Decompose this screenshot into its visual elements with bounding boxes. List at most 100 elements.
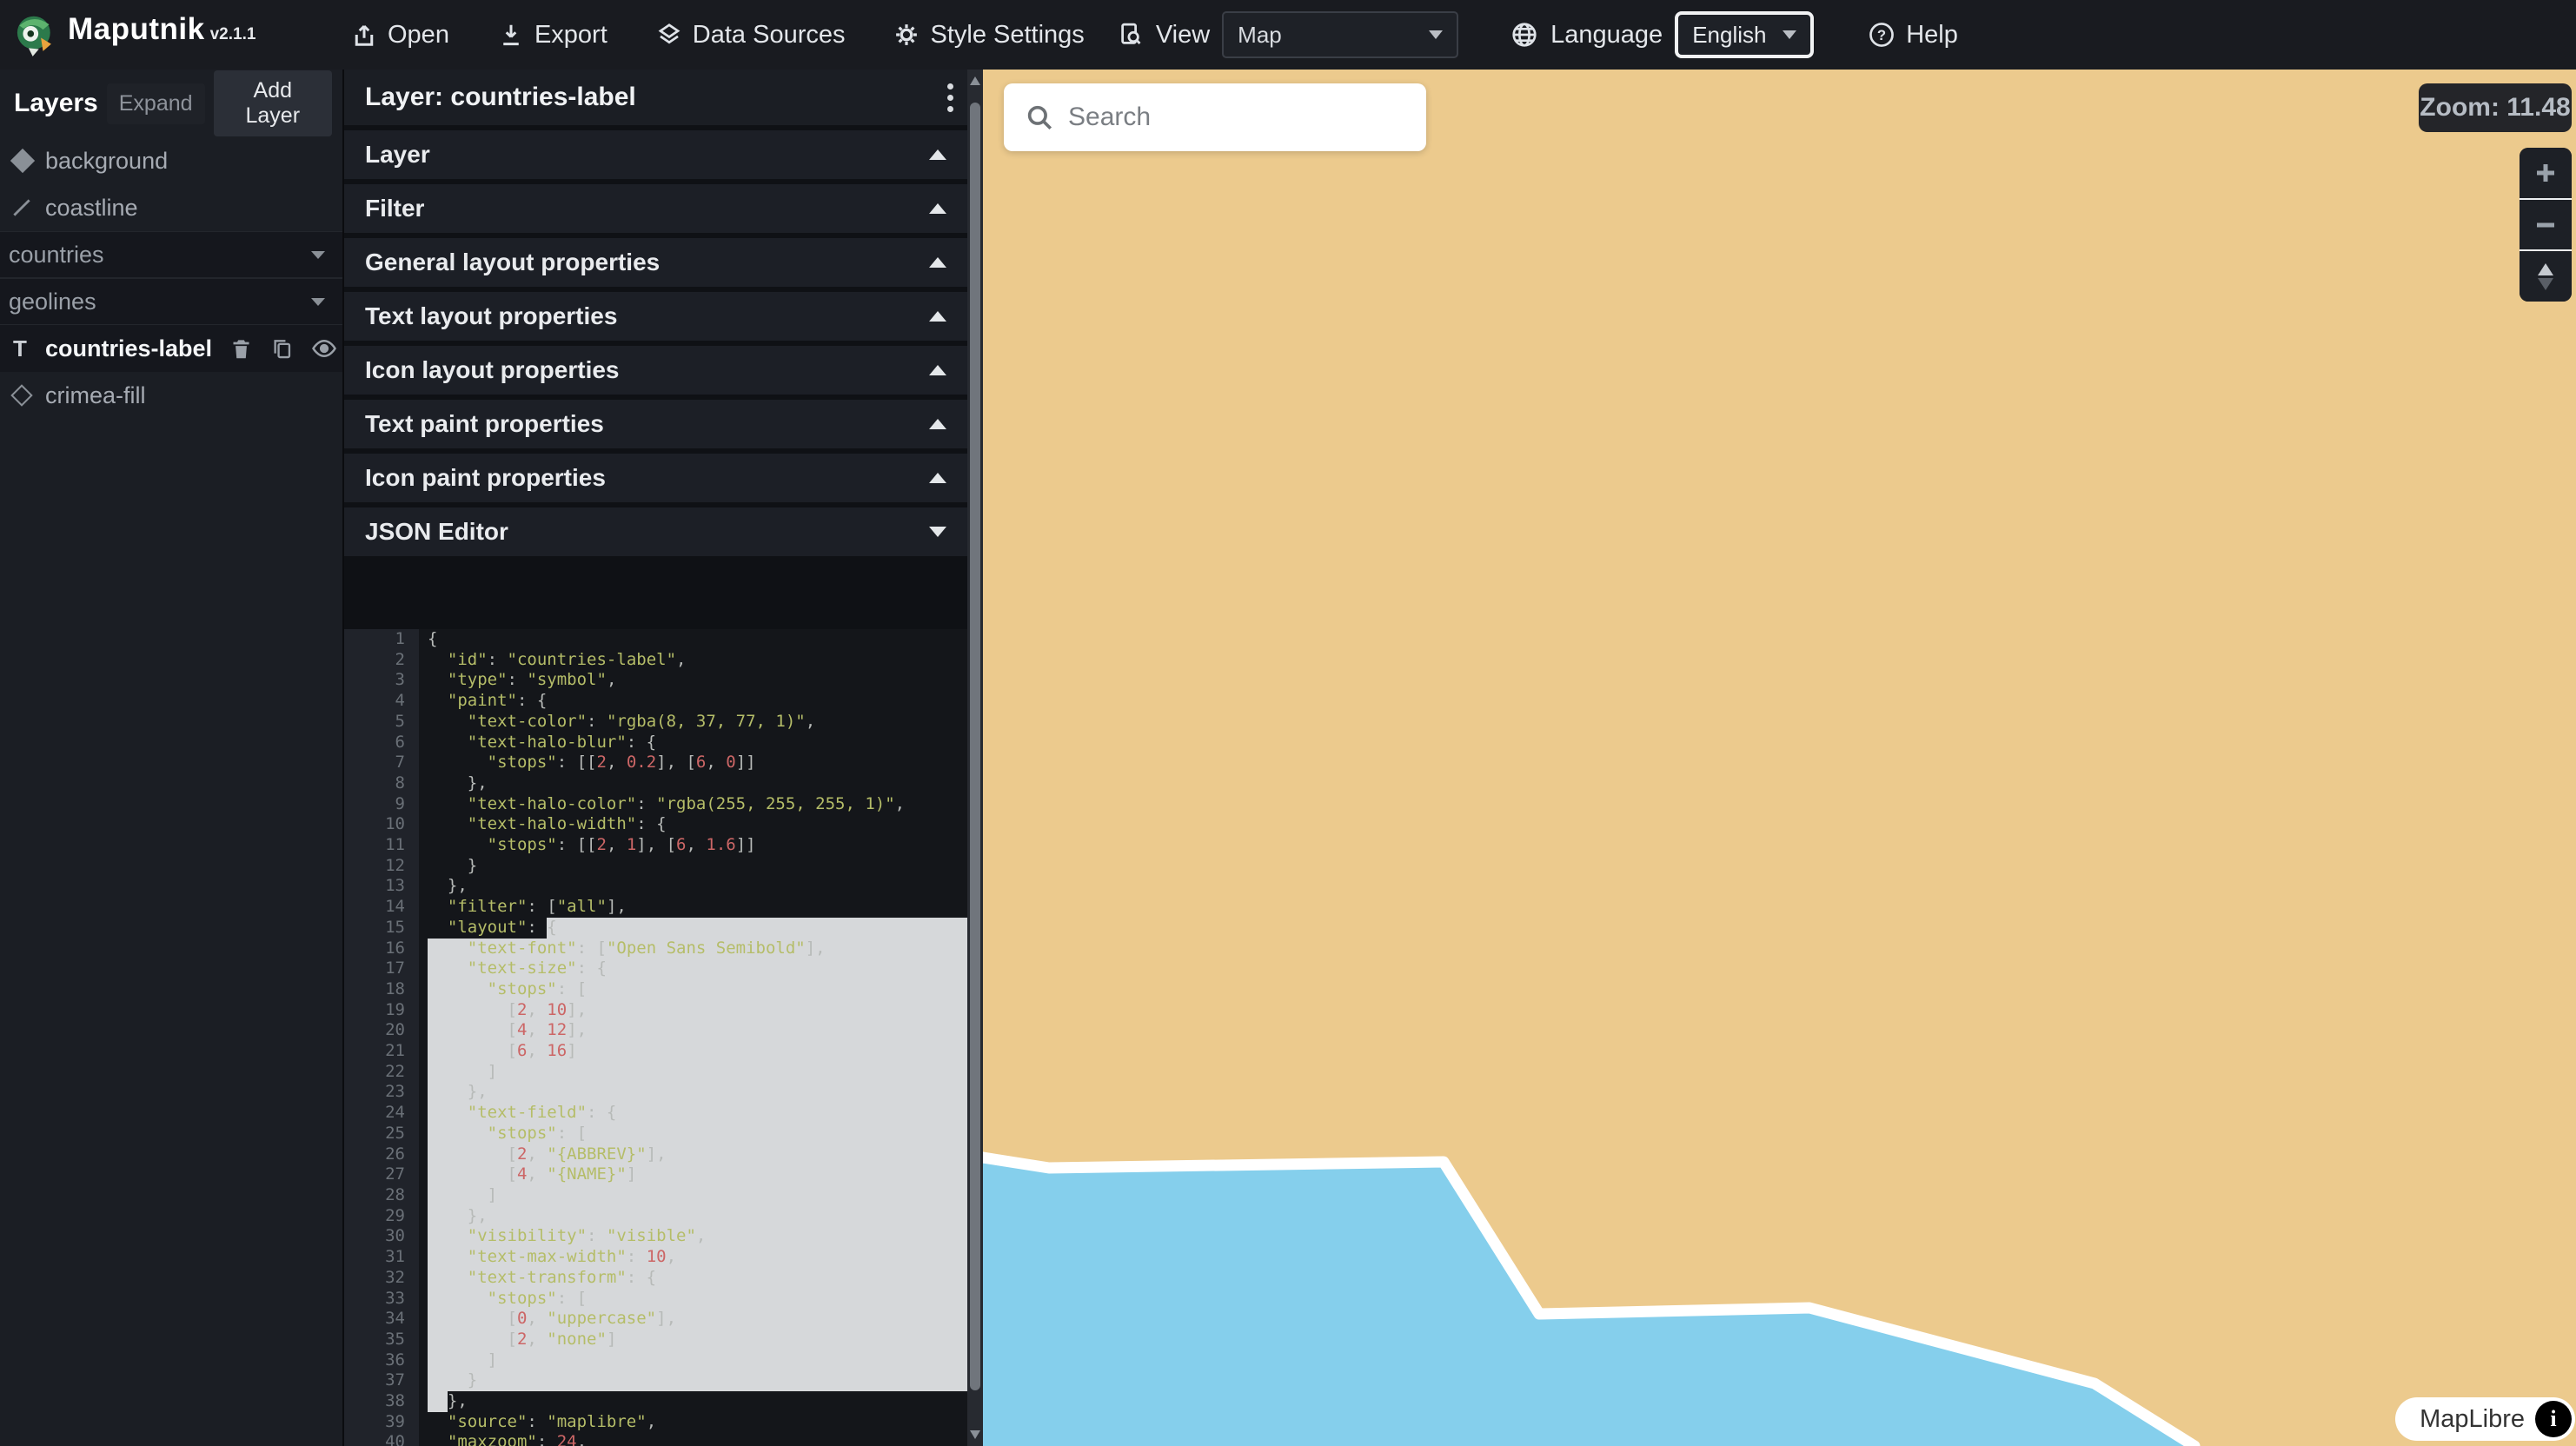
export-button[interactable]: Export [498,21,607,50]
line-number: 9 [344,794,419,815]
code-line: 40 "maxzoom": 24, [344,1432,969,1446]
layer-label: background [45,148,168,175]
map-canvas[interactable]: Zoom: 11.48 MapLibre i [983,70,2576,1446]
export-label: Export [534,21,607,50]
section-header-filter[interactable]: Filter [344,184,969,233]
section-label: Filter [365,195,929,222]
layer-label: crimea-fill [45,382,146,409]
water-polygon [983,1157,2194,1446]
layer-item-coastline[interactable]: coastline [0,184,342,231]
scroll-up-icon[interactable] [970,76,980,85]
language-select[interactable]: English [1675,11,1814,58]
line-number: 25 [344,1124,419,1144]
code-line: 21 [6, 16] [344,1041,969,1062]
style-settings-button[interactable]: Style Settings [893,21,1084,50]
selection-highlight: ] [428,1185,969,1206]
layer-label: countries-label [45,335,212,362]
section-header-text-paint-properties[interactable]: Text paint properties [344,400,969,448]
help-label: Help [1906,21,1958,50]
text-icon: T [10,335,45,362]
section-label: Icon paint properties [365,464,929,492]
code-line: 27 [4, "{NAME}"] [344,1164,969,1185]
line-number: 7 [344,753,419,773]
line-number: 10 [344,814,419,835]
section-header-icon-paint-properties[interactable]: Icon paint properties [344,454,969,502]
style-settings-label: Style Settings [930,21,1084,50]
chevron-down-icon [929,527,946,537]
expand-button[interactable]: Expand [107,83,205,124]
svg-text:?: ? [1877,27,1886,43]
data-sources-button[interactable]: Data Sources [656,21,846,50]
code-line: 13 }, [344,876,969,897]
line-number: 6 [344,733,419,753]
chevron-up-icon [929,257,946,268]
section-label: Icon layout properties [365,356,929,384]
chevron-down-icon [311,251,325,259]
section-header-icon-layout-properties[interactable]: Icon layout properties [344,346,969,395]
line-number: 39 [344,1412,419,1433]
line-number: 18 [344,979,419,1000]
view-label: View [1156,21,1210,50]
visibility-icon[interactable] [311,335,337,362]
open-button[interactable]: Open [351,21,449,50]
section-header-json-editor[interactable]: JSON Editor [344,507,969,556]
section-header-layer[interactable]: Layer [344,130,969,179]
app-title: Maputnik [68,12,205,47]
chevron-down-icon [1783,30,1796,39]
layer-options-kebab-icon[interactable] [931,80,969,116]
help-button[interactable]: ? Help [1868,21,1958,50]
line-number: 24 [344,1103,419,1124]
zoom-out-button[interactable] [2520,198,2572,250]
selection-highlight: "visibility": "visible", [428,1226,969,1247]
gear-icon [893,22,920,48]
code-line: 16 "text-font": ["Open Sans Semibold"], [344,939,969,959]
code-line: 6 "text-halo-blur": { [344,733,969,753]
code-line: 33 "stops": [ [344,1289,969,1310]
line-number: 2 [344,650,419,671]
code-line: 28 ] [344,1185,969,1206]
selection-highlight: }, [428,1082,969,1103]
add-layer-button[interactable]: Add Layer [214,70,332,136]
code-line: 5 "text-color": "rgba(8, 37, 77, 1)", [344,712,969,733]
code-line: 17 "text-size": { [344,958,969,979]
code-line: 37 } [344,1370,969,1391]
open-icon [351,22,377,48]
section-label: Text layout properties [365,302,929,330]
selection-highlight: "stops": [ [428,1124,969,1144]
view-select[interactable]: Map [1222,11,1458,58]
section-label: JSON Editor [365,518,929,546]
json-editor[interactable]: 1{2 "id": "countries-label",3 "type": "s… [344,629,969,1446]
json-code: 1{2 "id": "countries-label",3 "type": "s… [344,629,969,1446]
info-icon[interactable]: i [2535,1401,2572,1437]
code-line: 3 "type": "symbol", [344,670,969,691]
code-line: 12 } [344,856,969,877]
topbar-menu: Open Export Data Sources Style Setti [351,21,1085,50]
layer-group-geolines[interactable]: geolines [0,278,342,325]
selection-highlight: [4, 12], [428,1020,969,1041]
layer-item-background[interactable]: background [0,137,342,184]
layer-item-crimea-fill[interactable]: crimea-fill [0,372,342,419]
section-header-text-layout-properties[interactable]: Text layout properties [344,292,969,341]
code-line: 31 "text-max-width": 10, [344,1247,969,1268]
selection-highlight: } [428,1370,969,1391]
duplicate-icon[interactable] [270,337,294,361]
line-number: 15 [344,918,419,939]
reset-bearing-button[interactable] [2520,249,2572,302]
layer-item-countries-label[interactable]: Tcountries-label [0,325,342,372]
delete-icon[interactable] [229,337,253,361]
scroll-down-icon[interactable] [970,1430,980,1439]
code-line: 10 "text-halo-width": { [344,814,969,835]
scrollbar-thumb[interactable] [970,103,980,1390]
attribution-link[interactable]: MapLibre [2420,1405,2525,1434]
line-number: 20 [344,1020,419,1041]
zoom-in-button[interactable] [2520,148,2572,198]
open-label: Open [388,21,449,50]
line-number: 3 [344,670,419,691]
map-navigation-controls [2520,148,2572,302]
panel-scrollbar[interactable] [967,70,983,1446]
layer-group-countries[interactable]: countries [0,231,342,278]
section-header-general-layout-properties[interactable]: General layout properties [344,238,969,287]
layer-editor-title: Layer: countries-label [365,83,931,112]
topbar: Maputnik v2.1.1 Open Export Data Sourc [0,0,2576,70]
search-input[interactable] [1068,103,1411,132]
